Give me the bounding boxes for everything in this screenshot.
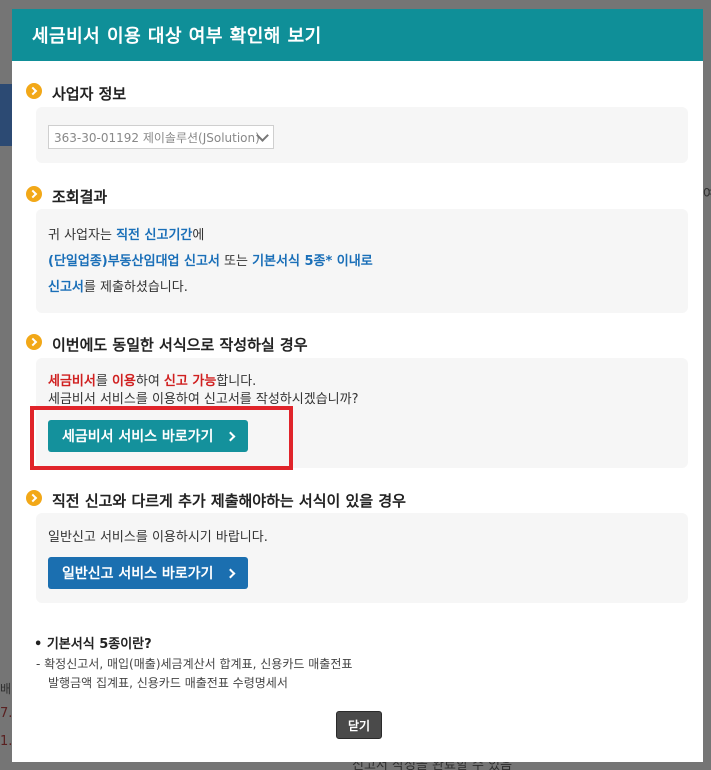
chevron-right-icon <box>225 568 236 578</box>
button-label: 일반신고 서비스 바로가기 <box>62 566 214 582</box>
highlight-text: 이용 <box>111 374 136 389</box>
section-same-form: 이번에도 동일한 서식으로 작성하실 경우 <box>26 333 308 355</box>
business-select-value: 363-30-01192 제이솔루션(JSolution) <box>54 130 260 145</box>
text: 를 <box>95 374 112 389</box>
result-line-3: 신고서를 제출하셨습니다. <box>48 275 188 301</box>
highlight-text: 직전 신고기간 <box>116 228 193 243</box>
background-text: 배 <box>0 682 12 696</box>
background-nav-bar <box>0 84 12 146</box>
business-info-box: 363-30-01192 제이솔루션(JSolution) <box>36 107 688 163</box>
text: 를 제출하셨습니다. <box>83 280 188 295</box>
extra-form-line-1: 일반신고 서비스를 이용하시기 바랍니다. <box>48 530 268 545</box>
highlight-text: 신고서 <box>48 280 84 295</box>
note-line: - 확정신고서, 매입(매출)세금계산서 합계표, 신용카드 매출전표 <box>36 657 353 671</box>
note-title: • 기본서식 5종이란? <box>34 637 152 652</box>
text: 또는 <box>219 254 253 269</box>
modal-header: 세금비서 이용 대상 여부 확인해 보기 <box>12 9 703 61</box>
chevron-right-bullet-icon <box>26 489 42 506</box>
modal-title: 세금비서 이용 대상 여부 확인해 보기 <box>32 26 322 47</box>
red-highlight-box <box>30 406 293 470</box>
highlight-text: 신고 가능 <box>163 374 217 389</box>
result-line-1: 귀 사업자는 직전 신고기간에 <box>48 223 204 249</box>
general-filing-service-button[interactable]: 일반신고 서비스 바로가기 <box>48 557 249 589</box>
result-line-2: (단일업종)부동산임대업 신고서 또는 기본서식 5종* 이내로 <box>48 249 373 275</box>
section-business-info: 사업자 정보 <box>26 82 127 104</box>
section-result: 조회결과 <box>26 185 108 207</box>
text: 에 <box>192 228 205 243</box>
business-select[interactable]: 363-30-01192 제이솔루션(JSolution) <box>48 125 274 149</box>
chevron-right-bullet-icon <box>26 82 42 99</box>
text: 합니다. <box>216 374 257 389</box>
section-title: 이번에도 동일한 서식으로 작성하실 경우 <box>52 336 308 354</box>
section-title: 직전 신고와 다르게 추가 제출해야하는 서식이 있을 경우 <box>52 492 406 510</box>
section-extra-form: 직전 신고와 다르게 추가 제출해야하는 서식이 있을 경우 <box>26 489 406 511</box>
highlight-text: 세금비서 <box>48 374 96 389</box>
text: 하여 <box>135 374 164 389</box>
close-button[interactable]: 닫기 <box>336 711 382 739</box>
highlight-text: 기본서식 5종* 이내로 <box>252 254 373 269</box>
section-title: 사업자 정보 <box>52 85 127 103</box>
extra-form-box: 일반신고 서비스를 이용하시기 바랍니다. 일반신고 서비스 바로가기 <box>36 513 688 603</box>
note-line: 발행금액 집계표, 신용카드 매출전표 수령명세서 <box>48 676 288 690</box>
background-text: 여 <box>703 187 711 202</box>
chevron-right-bullet-icon <box>26 185 42 202</box>
highlight-text: (단일업종)부동산임대업 신고서 <box>48 254 220 269</box>
note-title-text: 기본서식 5종이란? <box>46 637 152 652</box>
chevron-right-bullet-icon <box>26 333 42 350</box>
text: 귀 사업자는 <box>48 228 117 243</box>
result-box: 귀 사업자는 직전 신고기간에 (단일업종)부동산임대업 신고서 또는 기본서식… <box>36 209 688 313</box>
eligibility-modal: 세금비서 이용 대상 여부 확인해 보기 사업자 정보 363-30-01192… <box>12 9 703 762</box>
section-title: 조회결과 <box>52 188 108 206</box>
